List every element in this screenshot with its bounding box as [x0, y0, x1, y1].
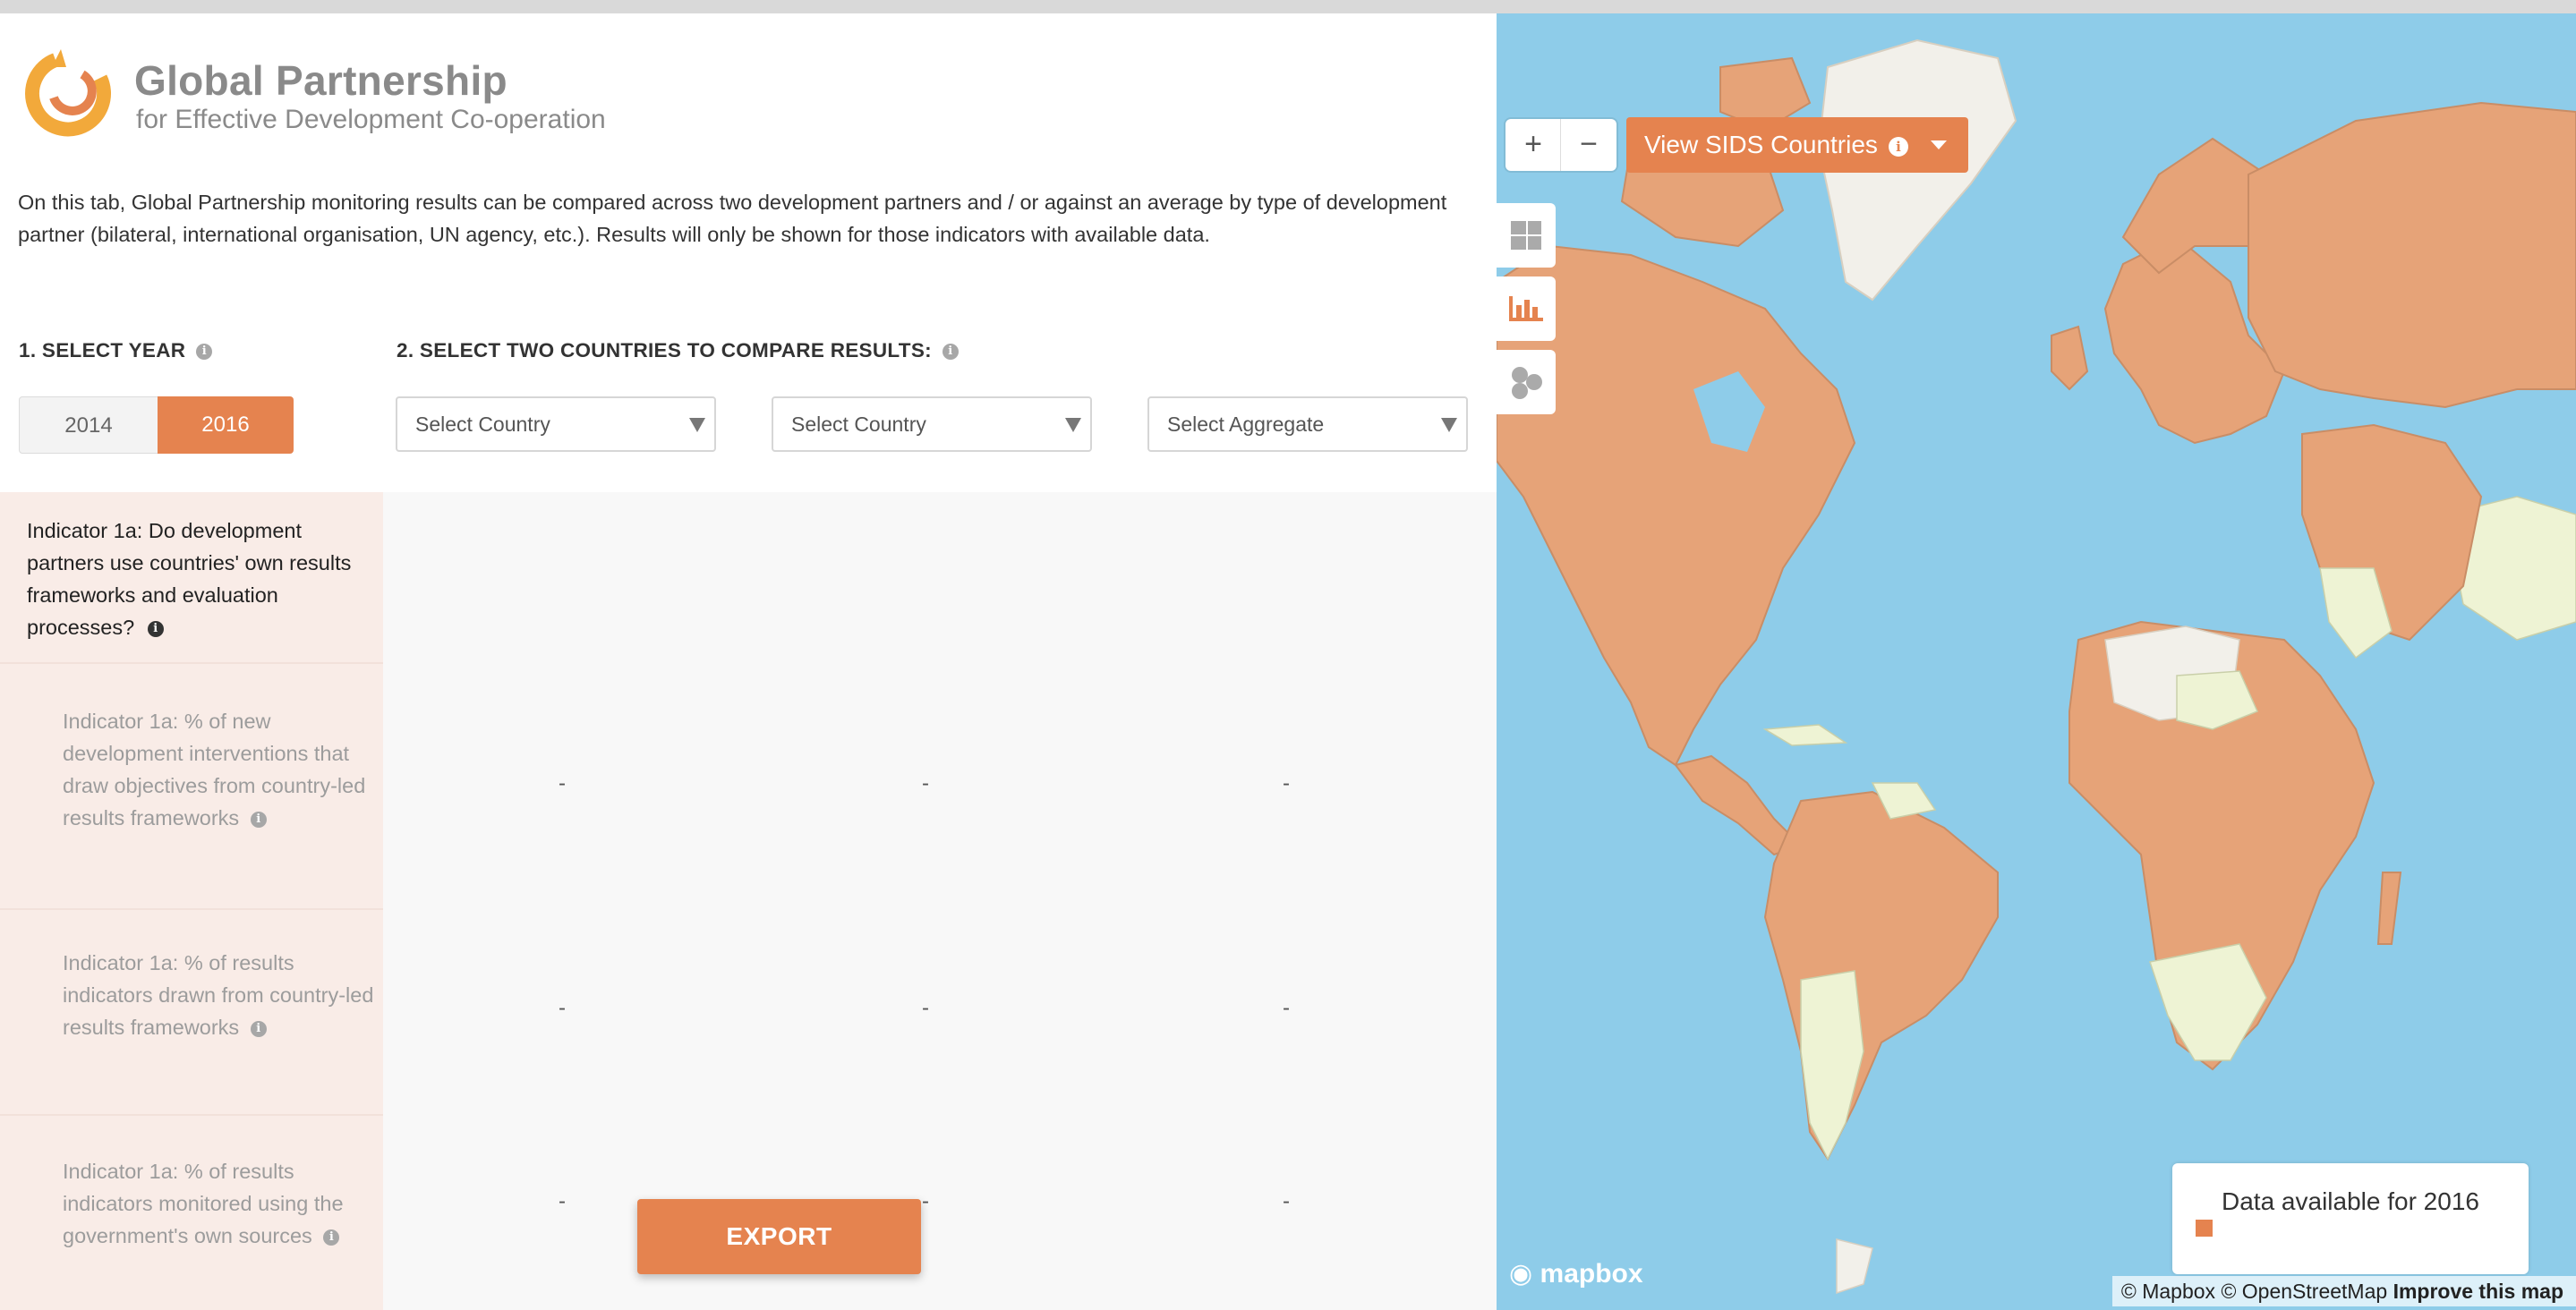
select-country-1[interactable]: Select Country [396, 396, 716, 452]
dashboard-icon[interactable] [1497, 203, 1556, 268]
indicator-row-info-icon[interactable]: i [250, 1020, 267, 1037]
map-attribution: © Mapbox © OpenStreetMap Improve this ma… [2111, 1276, 2576, 1306]
central-america-shape [1674, 754, 1803, 856]
select-countries-label: 2. SELECT TWO COUNTRIES TO COMPARE RESUL… [397, 339, 959, 362]
improve-map-link[interactable]: Improve this map [2393, 1280, 2563, 1303]
select-year-label: 1. SELECT YEAR i [19, 339, 213, 362]
indicator-row-label: Indicator 1a: % of results indicators dr… [63, 947, 376, 1043]
sids-info-icon[interactable]: i [1888, 136, 1908, 157]
brand-subtitle: for Effective Development Co-operation [136, 105, 606, 134]
year-2016-button[interactable]: 2016 [158, 396, 294, 454]
select-aggregate-value: Select Aggregate [1167, 413, 1325, 436]
year-2014-button[interactable]: 2014 [19, 396, 158, 454]
country-2-value: - [922, 996, 929, 1020]
zoom-out-button[interactable]: − [1561, 119, 1616, 171]
indicator-row-label: Indicator 1a: % of results indicators mo… [63, 1155, 376, 1252]
osm-attribution-link[interactable]: © OpenStreetMap [2221, 1280, 2387, 1303]
legend-swatch [2196, 1220, 2213, 1237]
select-country-2[interactable]: Select Country [772, 396, 1092, 452]
dropdown-arrow-icon [1931, 140, 1947, 149]
indicator-row-label: Indicator 1a: % of new development inter… [63, 705, 376, 834]
dropdown-arrow-icon [689, 418, 705, 432]
mapbox-logo-text: mapbox [1540, 1259, 1643, 1289]
country-2-value: - [922, 1189, 929, 1213]
country-1-value: - [559, 771, 566, 795]
bar-chart-icon-graphic [1509, 296, 1543, 321]
indicator-row-1-text: Indicator 1a: % of new development inter… [63, 710, 366, 829]
cluster-icon[interactable] [1497, 350, 1556, 414]
row-divider [0, 1114, 383, 1116]
brand-title: Global Partnership [134, 57, 508, 104]
country-2-value: - [922, 771, 929, 795]
intro-text: On this tab, Global Partnership monitori… [18, 191, 1447, 246]
indicator-row-2-text: Indicator 1a: % of results indicators dr… [63, 951, 374, 1039]
cluster-icon-graphic [1512, 367, 1542, 399]
global-partnership-logo-icon [25, 49, 111, 137]
dropdown-arrow-icon [1441, 418, 1457, 432]
zoom-in-button[interactable]: + [1506, 119, 1561, 171]
bar-chart-icon[interactable] [1497, 276, 1556, 341]
zoom-control: + − [1506, 119, 1616, 171]
mapbox-logo[interactable]: ◉ mapbox [1509, 1258, 1643, 1289]
comparison-data-area [383, 492, 1497, 1310]
select-country-1-value: Select Country [415, 413, 550, 436]
country-1-value: - [559, 1189, 566, 1213]
dashboard-icon-graphic [1511, 221, 1541, 250]
legend-label: Data available for 2016 [2222, 1187, 2479, 1215]
aggregate-value: - [1283, 771, 1290, 795]
russia-shape [2248, 101, 2576, 409]
world-map[interactable]: + − View SIDS Countries i Data available… [1497, 13, 2576, 1310]
select-aggregate[interactable]: Select Aggregate [1147, 396, 1468, 452]
world-map-canvas[interactable] [1497, 13, 2576, 1310]
indicator-row-info-icon[interactable]: i [250, 811, 267, 828]
select-country-2-value: Select Country [791, 413, 926, 436]
row-divider [0, 662, 383, 664]
indicator-row-info-icon[interactable]: i [323, 1229, 340, 1246]
sids-button-label: View SIDS Countries [1644, 131, 1878, 158]
indicator-info-icon[interactable]: i [147, 620, 164, 637]
mapbox-attribution-link[interactable]: © Mapbox [2121, 1280, 2215, 1303]
left-panel: Global Partnership for Effective Develop… [0, 13, 1497, 1310]
aggregate-value: - [1283, 1189, 1290, 1213]
indicator-main-question: Indicator 1a: Do development partners us… [27, 515, 380, 643]
year-info-icon[interactable]: i [196, 344, 213, 361]
export-button[interactable]: EXPORT [637, 1199, 921, 1274]
map-legend: Data available for 2016 [2172, 1163, 2529, 1274]
select-countries-text: 2. SELECT TWO COUNTRIES TO COMPARE RESUL… [397, 339, 932, 362]
indicator-main-text: Indicator 1a: Do development partners us… [27, 519, 352, 639]
view-sids-countries-button[interactable]: View SIDS Countries i [1626, 117, 1968, 173]
mapbox-compass-icon: ◉ [1509, 1259, 1533, 1289]
country-1-value: - [559, 996, 566, 1020]
aggregate-value: - [1283, 996, 1290, 1020]
south-america-shape [1763, 790, 1999, 1161]
select-year-text: 1. SELECT YEAR [19, 339, 186, 362]
row-divider [0, 908, 383, 910]
dropdown-arrow-icon [1065, 418, 1081, 432]
browser-top-bar [0, 0, 2576, 13]
countries-info-icon[interactable]: i [942, 344, 959, 361]
indicator-row-3-text: Indicator 1a: % of results indicators mo… [63, 1160, 344, 1247]
